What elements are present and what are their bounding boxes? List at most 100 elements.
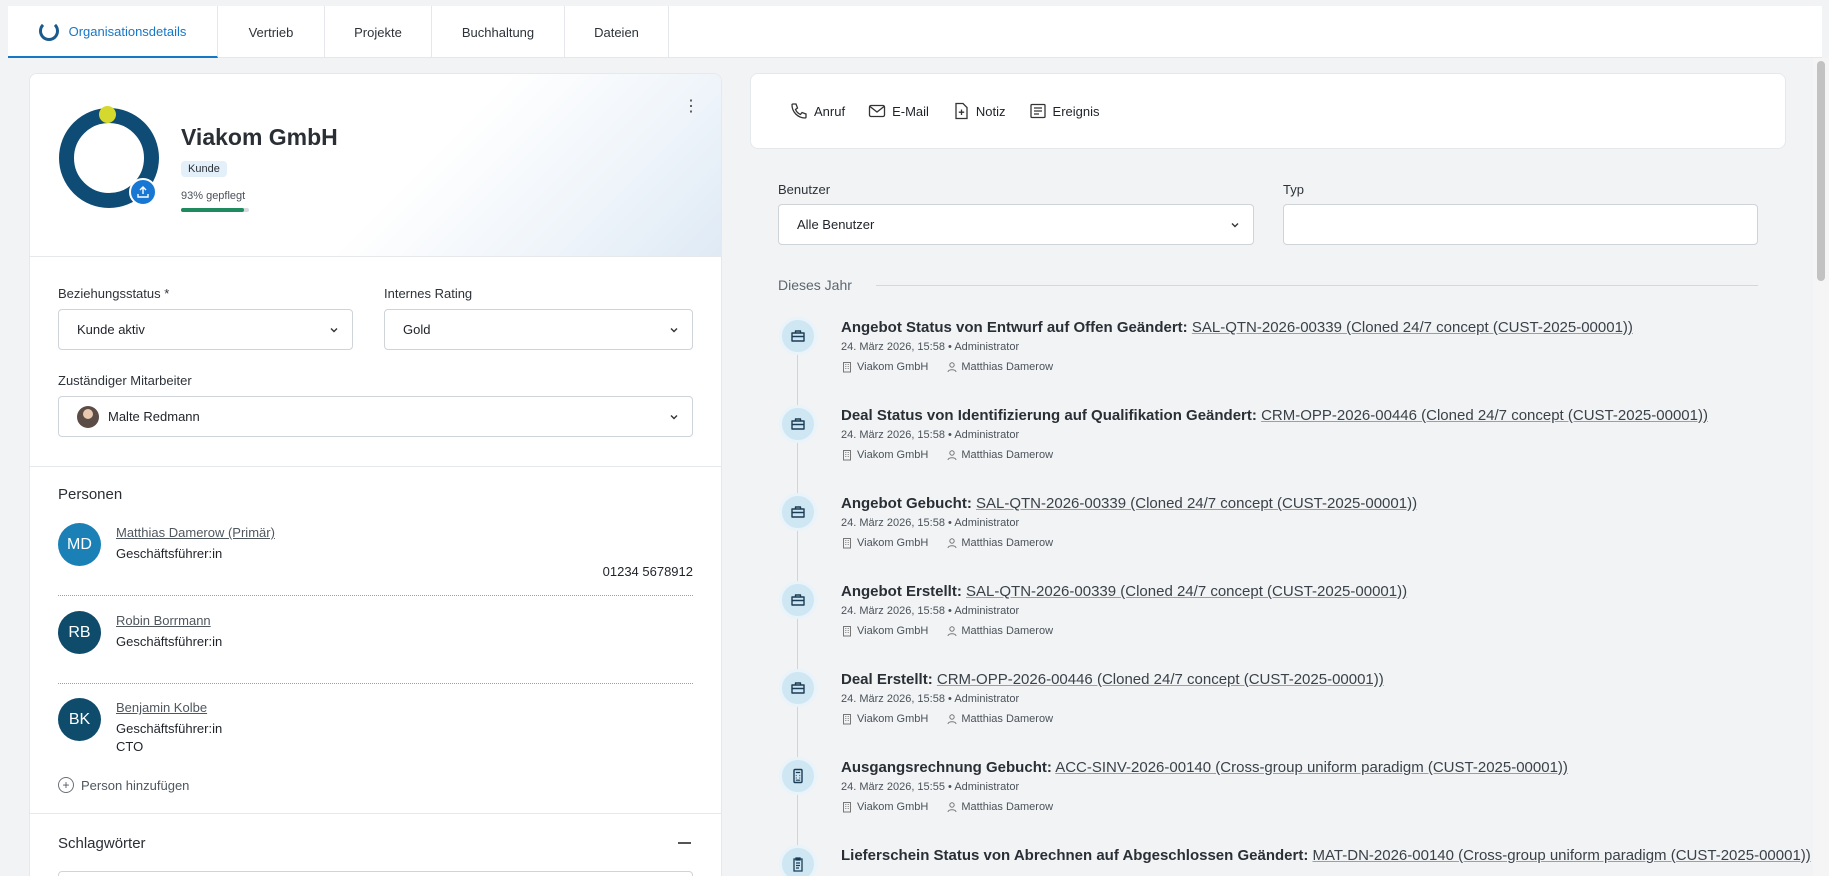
tab-label: Organisationsdetails <box>68 23 187 39</box>
building-icon <box>843 450 851 461</box>
timeline-entry-link[interactable]: CRM-OPP-2026-00446 (Cloned 24/7 concept … <box>1261 407 1708 424</box>
person-icon <box>947 538 957 549</box>
tab-vertrieb[interactable]: Vertrieb <box>218 6 325 58</box>
timeline-entry-link[interactable]: CRM-OPP-2026-00446 (Cloned 24/7 concept … <box>937 671 1384 688</box>
organisation-reference[interactable]: Viakom GmbH <box>841 625 937 637</box>
chevron-down-icon <box>670 415 678 420</box>
briefcase-icon <box>791 330 805 342</box>
tab-dateien[interactable]: Dateien <box>565 6 669 58</box>
type-filter-input[interactable] <box>1283 204 1758 245</box>
organisation-reference[interactable]: Viakom GmbH <box>841 449 937 461</box>
rating-value: Gold <box>403 322 431 337</box>
event-label: Ereignis <box>1052 103 1100 119</box>
person-reference-label: Matthias Damerow <box>961 801 1054 813</box>
note-button[interactable]: Notiz <box>951 101 1006 121</box>
timeline-entry-title: Angebot Erstellt: SAL-QTN-2026-00339 (Cl… <box>841 583 1407 600</box>
timeline-entry-link[interactable]: MAT-DN-2026-00140 (Cross-group uniform p… <box>1313 847 1811 864</box>
add-person-button[interactable]: + Person hinzufügen <box>58 777 189 793</box>
timeline-entry-meta: 24. März 2026, 15:58 • Administrator <box>841 341 1020 353</box>
timeline-entry-link[interactable]: SAL-QTN-2026-00339 (Cloned 24/7 concept … <box>966 583 1407 600</box>
email-button[interactable]: E-Mail <box>867 101 929 121</box>
logo-dot <box>99 106 116 123</box>
person-reference[interactable]: Matthias Damerow <box>946 449 1062 461</box>
scrollbar[interactable] <box>1813 58 1829 876</box>
organisation-reference[interactable]: Viakom GmbH <box>841 361 937 373</box>
person-reference-label: Matthias Damerow <box>961 449 1054 461</box>
persons-title: Personen <box>58 486 123 503</box>
timeline-entry-context: Viakom GmbH Matthias Damerow <box>841 361 1071 373</box>
timeline-entry-icon <box>779 581 817 619</box>
user-filter-value: Alle Benutzer <box>797 217 875 232</box>
person-reference[interactable]: Matthias Damerow <box>946 625 1062 637</box>
timeline-entry-title: Ausgangsrechnung Gebucht: ACC-SINV-2026-… <box>841 759 1568 776</box>
plus-icon: + <box>58 777 74 793</box>
tags-input[interactable] <box>58 871 693 876</box>
person-role: CTO <box>116 739 144 754</box>
call-button[interactable]: Anruf <box>789 101 845 121</box>
loading-spinner-icon <box>38 21 59 41</box>
timeline-entry-context: Viakom GmbH Matthias Damerow <box>841 625 1071 637</box>
tab-projekte[interactable]: Projekte <box>325 6 432 58</box>
timeline-entry-link[interactable]: ACC-SINV-2026-00140 (Cross-group uniform… <box>1055 759 1568 776</box>
timeline-entry-icon <box>779 669 817 707</box>
clipboard-icon <box>793 857 803 872</box>
organisation-reference[interactable]: Viakom GmbH <box>841 801 937 813</box>
organisation-reference-label: Viakom GmbH <box>857 537 929 549</box>
organisation-reference[interactable]: Viakom GmbH <box>841 537 937 549</box>
timeline-entry-title: Deal Status von Identifizierung auf Qual… <box>841 407 1708 424</box>
person-icon <box>947 626 957 637</box>
divider <box>58 683 693 684</box>
timeline-entry-icon <box>779 405 817 443</box>
briefcase-icon <box>791 682 805 694</box>
person-role: Geschäftsführer:in <box>116 546 223 561</box>
more-options-icon[interactable]: ⋮ <box>683 96 699 116</box>
person-icon <box>947 450 957 461</box>
care-level-fill <box>181 208 245 212</box>
scrollbar-thumb[interactable] <box>1817 61 1825 281</box>
owner-select[interactable]: Malte Redmann <box>58 396 693 437</box>
person-icon <box>947 802 957 813</box>
upload-logo-button[interactable] <box>129 178 157 206</box>
add-person-label: Person hinzufügen <box>81 777 190 793</box>
tab-organisationsdetails[interactable]: Organisationsdetails <box>8 6 218 58</box>
timeline-entry-icon <box>779 317 817 355</box>
timeline-entry-link[interactable]: SAL-QTN-2026-00339 (Cloned 24/7 concept … <box>976 495 1417 512</box>
person-phone: 01234 5678912 <box>602 564 693 579</box>
person-name-link[interactable]: Robin Borrmann <box>116 613 211 628</box>
care-level-text: 93% gepflegt <box>181 190 246 202</box>
user-filter-select[interactable]: Alle Benutzer <box>778 204 1254 245</box>
tab-label: Projekte <box>354 24 402 40</box>
divider <box>30 466 721 467</box>
timeline-entry-link[interactable]: SAL-QTN-2026-00339 (Cloned 24/7 concept … <box>1192 319 1633 336</box>
person-reference[interactable]: Matthias Damerow <box>946 537 1062 549</box>
person-reference[interactable]: Matthias Damerow <box>946 713 1062 725</box>
activity-actions: Anruf E-Mail Notiz Ereignis <box>750 73 1786 149</box>
organisation-reference[interactable]: Viakom GmbH <box>841 713 937 725</box>
briefcase-icon <box>791 594 805 606</box>
tab-label: Buchhaltung <box>461 24 535 40</box>
timeline-entry-meta: 24. März 2026, 15:55 • Administrator <box>841 781 1020 793</box>
status-badge: Kunde <box>181 161 227 177</box>
phone-icon <box>791 103 807 119</box>
person-name-link[interactable]: Benjamin Kolbe <box>116 700 207 715</box>
building-icon <box>843 626 851 637</box>
person-reference-label: Matthias Damerow <box>961 537 1054 549</box>
relationship-select[interactable]: Kunde aktiv <box>58 309 353 350</box>
rating-select[interactable]: Gold <box>384 309 693 350</box>
person-name-link[interactable]: Matthias Damerow (Primär) <box>116 525 275 540</box>
person-reference[interactable]: Matthias Damerow <box>946 801 1062 813</box>
type-filter-label: Typ <box>1283 182 1304 197</box>
event-button[interactable]: Ereignis <box>1028 101 1100 121</box>
organisation-reference-label: Viakom GmbH <box>857 449 929 461</box>
divider <box>876 285 1758 286</box>
person-reference-label: Matthias Damerow <box>961 713 1054 725</box>
timeline-entry-icon <box>779 493 817 531</box>
mail-icon <box>868 104 886 118</box>
person-reference[interactable]: Matthias Damerow <box>946 361 1062 373</box>
timeline-entry-title: Angebot Gebucht: SAL-QTN-2026-00339 (Clo… <box>841 495 1417 512</box>
year-heading: Dieses Jahr <box>778 277 852 293</box>
timeline-entry-action: Lieferschein Status von Abrechnen auf Ab… <box>841 847 1309 864</box>
tab-buchhaltung[interactable]: Buchhaltung <box>432 6 565 58</box>
timeline-entry-action: Angebot Gebucht: <box>841 495 972 512</box>
collapse-icon[interactable] <box>678 842 691 844</box>
